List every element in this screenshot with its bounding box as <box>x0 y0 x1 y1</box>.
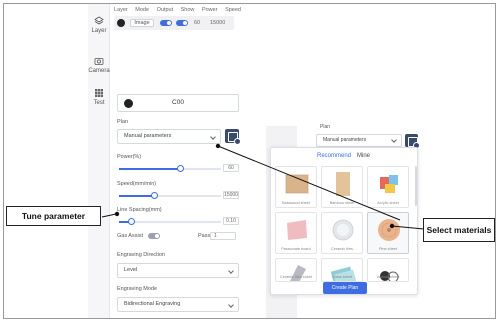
select-materials-callout: Select materials <box>423 218 495 242</box>
callout-lines <box>101 143 425 230</box>
tune-parameter-callout: Tune parameter <box>6 206 101 226</box>
window-frame: Layer Camera Test Layer Mode Output Show… <box>3 3 496 319</box>
